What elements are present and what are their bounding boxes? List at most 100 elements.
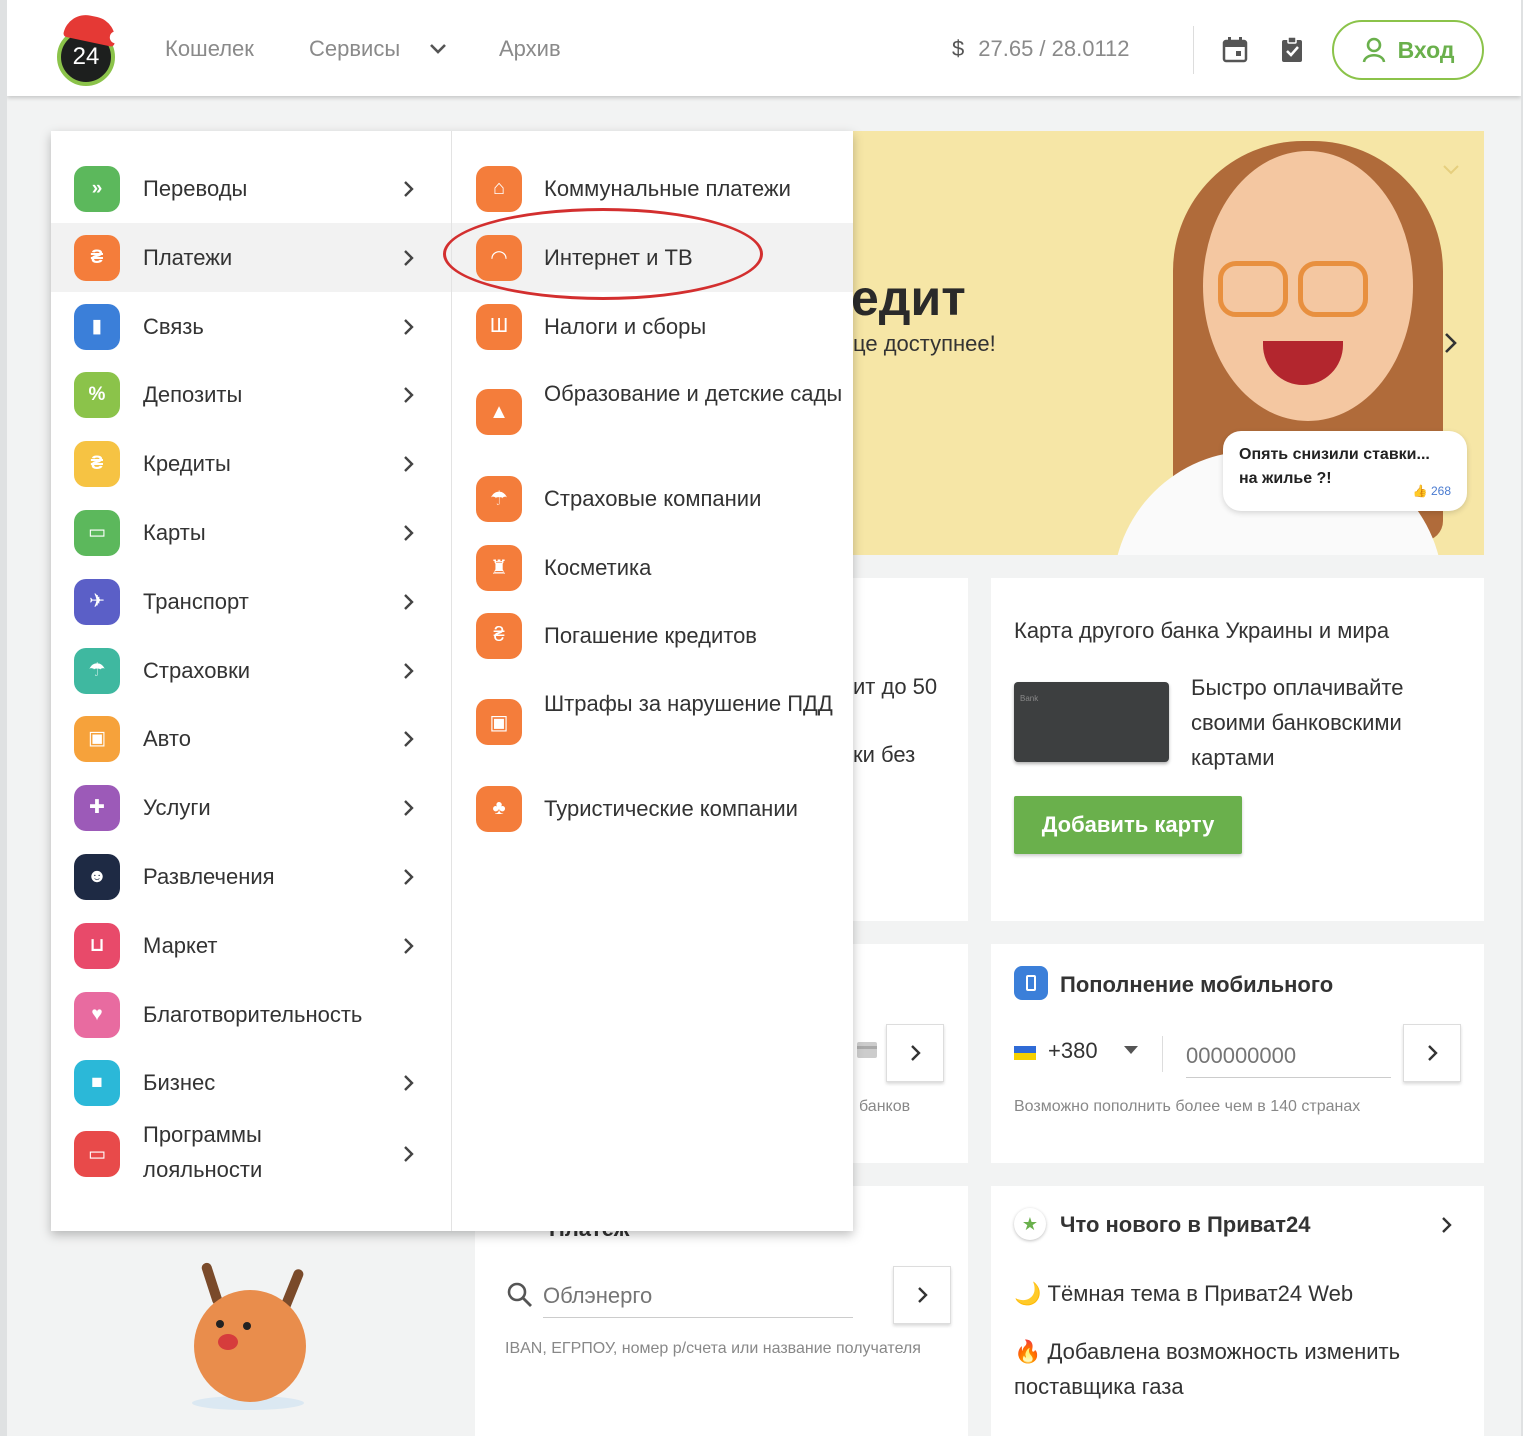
promo-banner[interactable]: едит це доступнее! Опять снизили ставки.… <box>853 131 1484 555</box>
transfer-go-button[interactable] <box>886 1024 944 1082</box>
menu-item[interactable]: ₴ Кредиты <box>51 429 451 498</box>
menu-item-label: Развлечения <box>143 864 275 889</box>
menu-item[interactable]: ▭ Карты <box>51 498 451 567</box>
menu-item[interactable]: ■ Бизнес <box>51 1048 451 1117</box>
submenu-item[interactable]: ₴ Погашение кредитов <box>452 601 853 670</box>
chevron-right-icon <box>404 662 414 679</box>
chevron-right-icon <box>404 593 414 610</box>
signal-icon: ▮ <box>74 303 120 350</box>
chevron-right-icon <box>404 937 414 954</box>
chevron-right-icon <box>404 455 414 472</box>
menu-item-label: Бизнес <box>143 1070 216 1095</box>
clipboard-check-icon[interactable] <box>1278 36 1306 64</box>
caret-down-icon[interactable] <box>1124 1046 1138 1054</box>
cosmetics-icon: ♜ <box>476 544 522 591</box>
money-bag-icon: ₴ <box>476 612 522 659</box>
menu-item[interactable]: » Переводы <box>51 154 451 223</box>
speech-bubble: Опять снизили ставки... на жилье ?! 👍 26… <box>1223 431 1467 511</box>
trident-icon: Ш <box>476 303 522 350</box>
menu-item[interactable]: ▣ Авто <box>51 704 451 773</box>
chevron-down-icon[interactable] <box>1441 163 1461 177</box>
submenu-item[interactable]: ♣ Туристические компании <box>452 774 853 843</box>
card-icon: ▭ <box>74 509 120 556</box>
submenu-item[interactable]: ♜ Косметика <box>452 533 853 602</box>
menu-item[interactable]: ☻ Развлечения <box>51 842 451 911</box>
menu-item-label: Связь <box>143 314 204 339</box>
country-code-select[interactable]: +380 <box>1048 1038 1098 1064</box>
submenu-item[interactable]: ▲ Образование и детские сады <box>452 360 853 464</box>
nav-wallet[interactable]: Кошелек <box>165 36 254 62</box>
menu-item-label: Маркет <box>143 933 218 958</box>
menu-item[interactable]: ⊔ Маркет <box>51 911 451 980</box>
moon-icon: 🌙 <box>1014 1281 1042 1306</box>
id-badge-icon: ▣ <box>476 699 522 745</box>
login-label: Вход <box>1397 36 1455 63</box>
rate-value: 27.65 / 28.0112 <box>978 36 1130 61</box>
mobile-title: Пополнение мобильного <box>1060 972 1334 997</box>
header-divider <box>1193 26 1194 74</box>
payment-go-button[interactable] <box>893 1266 951 1324</box>
home-icon: ⌂ <box>476 165 522 212</box>
menu-item-label: Услуги <box>143 795 211 820</box>
submenu-item-label: Страховые компании <box>544 485 762 511</box>
login-button[interactable]: Вход <box>1332 20 1484 80</box>
top-header: 24 Кошелек Сервисы Архив $27.65 / 28.011… <box>7 0 1521 96</box>
submenu-item[interactable]: ☂ Страховые компании <box>452 464 853 533</box>
chevron-right-icon[interactable] <box>1438 331 1462 355</box>
menu-item[interactable]: ✈ Транспорт <box>51 567 451 636</box>
menu-item[interactable]: % Депозиты <box>51 360 451 429</box>
banner-subtitle: це доступнее! <box>853 331 996 356</box>
car-icon: ▣ <box>74 715 120 762</box>
news-item[interactable]: 🔥 Добавлена возможность изменить поставщ… <box>1014 1334 1464 1404</box>
dollar-icon: $ <box>952 36 965 61</box>
chevron-right-icon <box>404 868 414 885</box>
chevron-right-icon <box>404 386 414 403</box>
menu-item[interactable]: ♥ Благотворительность <box>51 980 451 1049</box>
news-item-text: Тёмная тема в Приват24 Web <box>1047 1281 1354 1306</box>
star-icon: ★ <box>1014 1208 1046 1240</box>
add-card-button[interactable]: Добавить карту <box>1014 796 1242 854</box>
user-icon <box>1362 37 1385 63</box>
app-window: 24 Кошелек Сервисы Архив $27.65 / 28.011… <box>7 0 1521 1436</box>
deer-eye-left <box>216 1320 224 1328</box>
chevron-right-icon <box>918 1287 928 1303</box>
credit-card-panel: ит до 50 ки без <box>853 578 968 921</box>
graduation-cap-icon: ▲ <box>476 389 522 435</box>
menu-item-label: Карты <box>143 520 206 545</box>
card-icon <box>857 1042 877 1058</box>
glasses-right <box>1298 261 1368 317</box>
chevron-down-icon[interactable] <box>427 38 449 60</box>
menu-item[interactable]: ▭ Программы лояльности <box>51 1117 451 1191</box>
code-divider <box>1162 1036 1163 1072</box>
phone-number-input[interactable] <box>1186 1034 1391 1078</box>
nav-services[interactable]: Сервисы <box>309 36 400 62</box>
menu-item[interactable]: ☂ Страховки <box>51 636 451 705</box>
other-bank-card-panel: Карта другого банка Украины и мира Bank … <box>991 578 1484 921</box>
chevron-right-icon <box>404 180 414 197</box>
menu-item[interactable]: ✚ Услуги <box>51 773 451 842</box>
menu-item[interactable]: ▮ Связь <box>51 292 451 361</box>
transfer-hint: банков <box>859 1098 911 1115</box>
news-title[interactable]: Что нового в Приват24 <box>1060 1212 1310 1238</box>
submenu-item-label: Туристические компании <box>544 795 798 821</box>
news-item[interactable]: 🌙 Тёмная тема в Приват24 Web <box>1014 1276 1464 1311</box>
calendar-icon[interactable] <box>1221 36 1249 64</box>
umbrella-icon: ☂ <box>74 647 120 694</box>
nav-archive[interactable]: Архив <box>499 36 561 62</box>
deer-ornament-icon <box>194 1290 306 1402</box>
services-dropdown-menu: » Переводы ₴ Платежи ▮ Связь % Депозиты ₴ Кредиты… <box>51 131 853 1231</box>
menu-item[interactable]: ₴ Платежи <box>51 223 451 292</box>
menu-item-label: Депозиты <box>143 382 243 407</box>
payee-search-input[interactable] <box>543 1274 853 1318</box>
menu-item-label: Переводы <box>143 176 248 201</box>
mobile-topup-panel: Пополнение мобильного +380 Возможно попо… <box>991 944 1484 1163</box>
smiley-icon: ☻ <box>74 853 120 900</box>
submenu-item-label: Косметика <box>544 554 652 580</box>
bank-card-label: Bank <box>1020 694 1039 703</box>
chevron-right-icon[interactable] <box>1437 1216 1455 1234</box>
submenu-item[interactable]: ▣ Штрафы за нарушение ПДД <box>452 670 853 774</box>
chevron-right-icon <box>404 1074 414 1091</box>
chevron-right-icon <box>404 249 414 266</box>
submenu-item[interactable]: Ш Налоги и сборы <box>452 292 853 361</box>
mobile-go-button[interactable] <box>1403 1024 1461 1082</box>
